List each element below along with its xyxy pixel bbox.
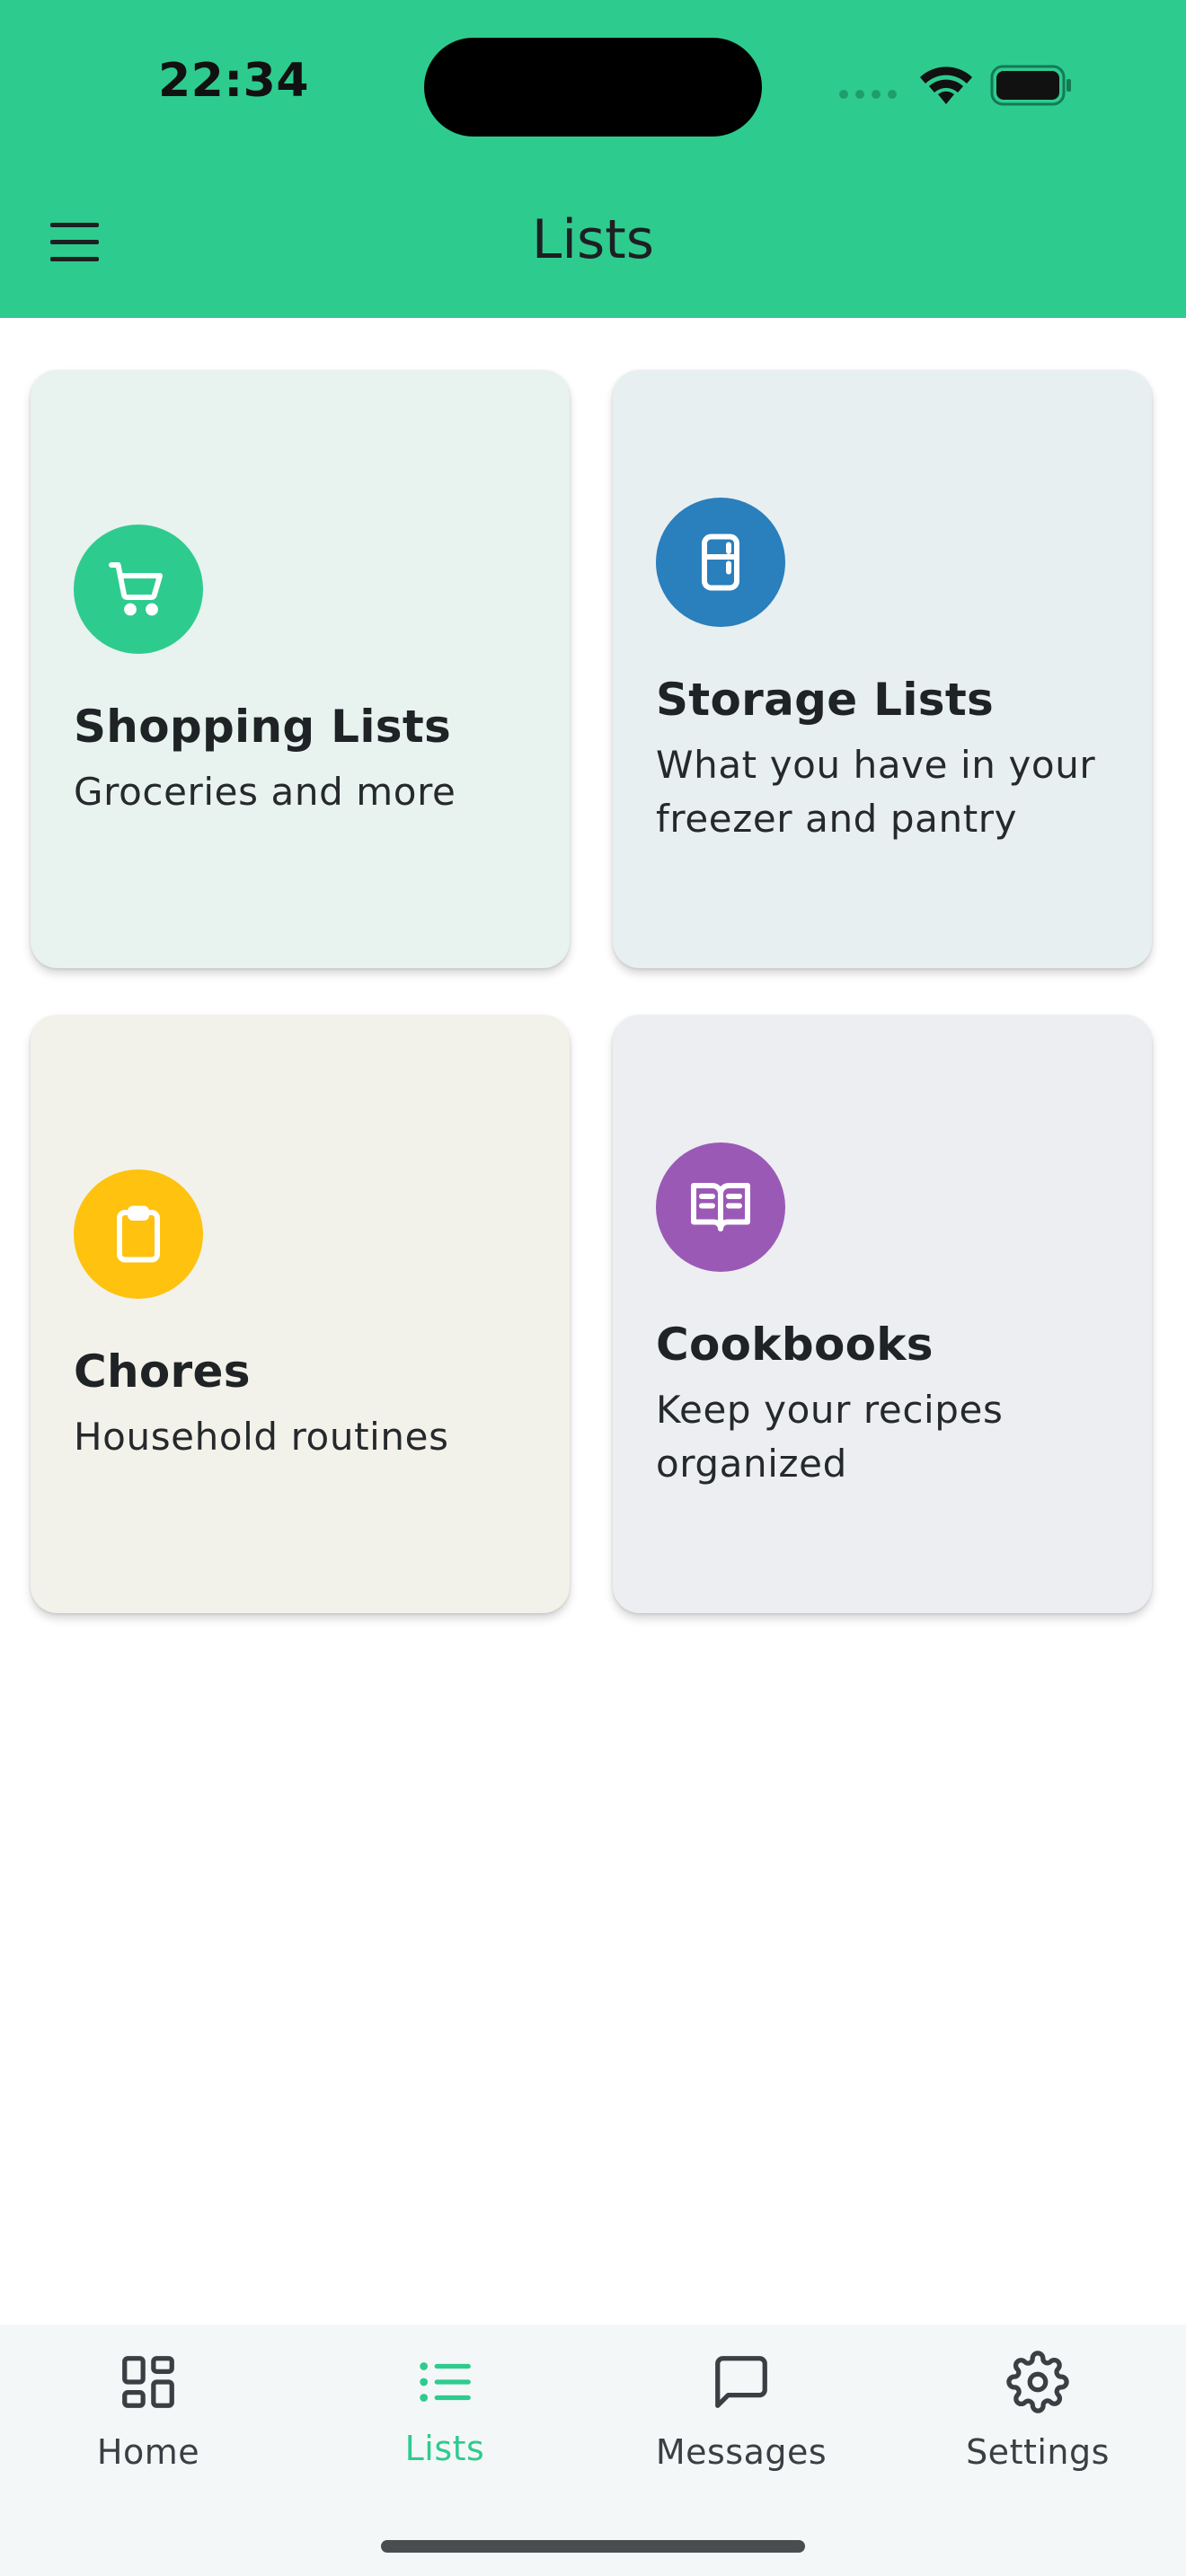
shopping-cart-icon (74, 525, 203, 654)
wifi-icon (920, 66, 972, 104)
nav-home[interactable]: Home (0, 2344, 296, 2472)
battery-icon (990, 65, 1071, 106)
dashboard-icon (0, 2344, 296, 2420)
nav-messages[interactable]: Messages (593, 2344, 890, 2472)
page-title: Lists (531, 208, 655, 271)
card-subtitle: Groceries and more (74, 770, 456, 814)
card-title: Storage Lists (656, 674, 995, 726)
home-indicator[interactable] (381, 2540, 805, 2553)
card-title: Chores (74, 1345, 251, 1398)
nav-label: Home (96, 2432, 200, 2472)
bottom-navigation: Home Lists Messages Settings (0, 2325, 1186, 2576)
message-icon (593, 2344, 890, 2420)
nav-label: Messages (655, 2432, 828, 2472)
nav-label: Lists (404, 2429, 485, 2468)
gear-icon (890, 2344, 1186, 2420)
shopping-lists-card[interactable]: Shopping Lists Groceries and more (31, 370, 570, 968)
card-title: Shopping Lists (74, 701, 452, 753)
card-subtitle: Household routines (74, 1415, 449, 1459)
clipboard-icon (74, 1169, 203, 1299)
fridge-icon (656, 498, 785, 627)
card-subtitle: Keep your recipes organized (656, 1388, 1004, 1486)
nav-label: Settings (966, 2432, 1110, 2472)
book-open-icon (656, 1142, 785, 1272)
nav-settings[interactable]: Settings (890, 2344, 1186, 2472)
chores-card[interactable]: Chores Household routines (31, 1015, 570, 1613)
app-header: 22:34 Lists (0, 0, 1186, 318)
cookbooks-card[interactable]: Cookbooks Keep your recipes organized (613, 1015, 1152, 1613)
dynamic-island (424, 38, 762, 137)
card-subtitle: What you have in your freezer and pantry (656, 743, 1096, 841)
list-icon (296, 2344, 593, 2420)
nav-lists[interactable]: Lists (296, 2344, 593, 2468)
status-time: 22:34 (158, 54, 310, 108)
card-title: Cookbooks (656, 1319, 934, 1371)
storage-lists-card[interactable]: Storage Lists What you have in your free… (613, 370, 1152, 968)
